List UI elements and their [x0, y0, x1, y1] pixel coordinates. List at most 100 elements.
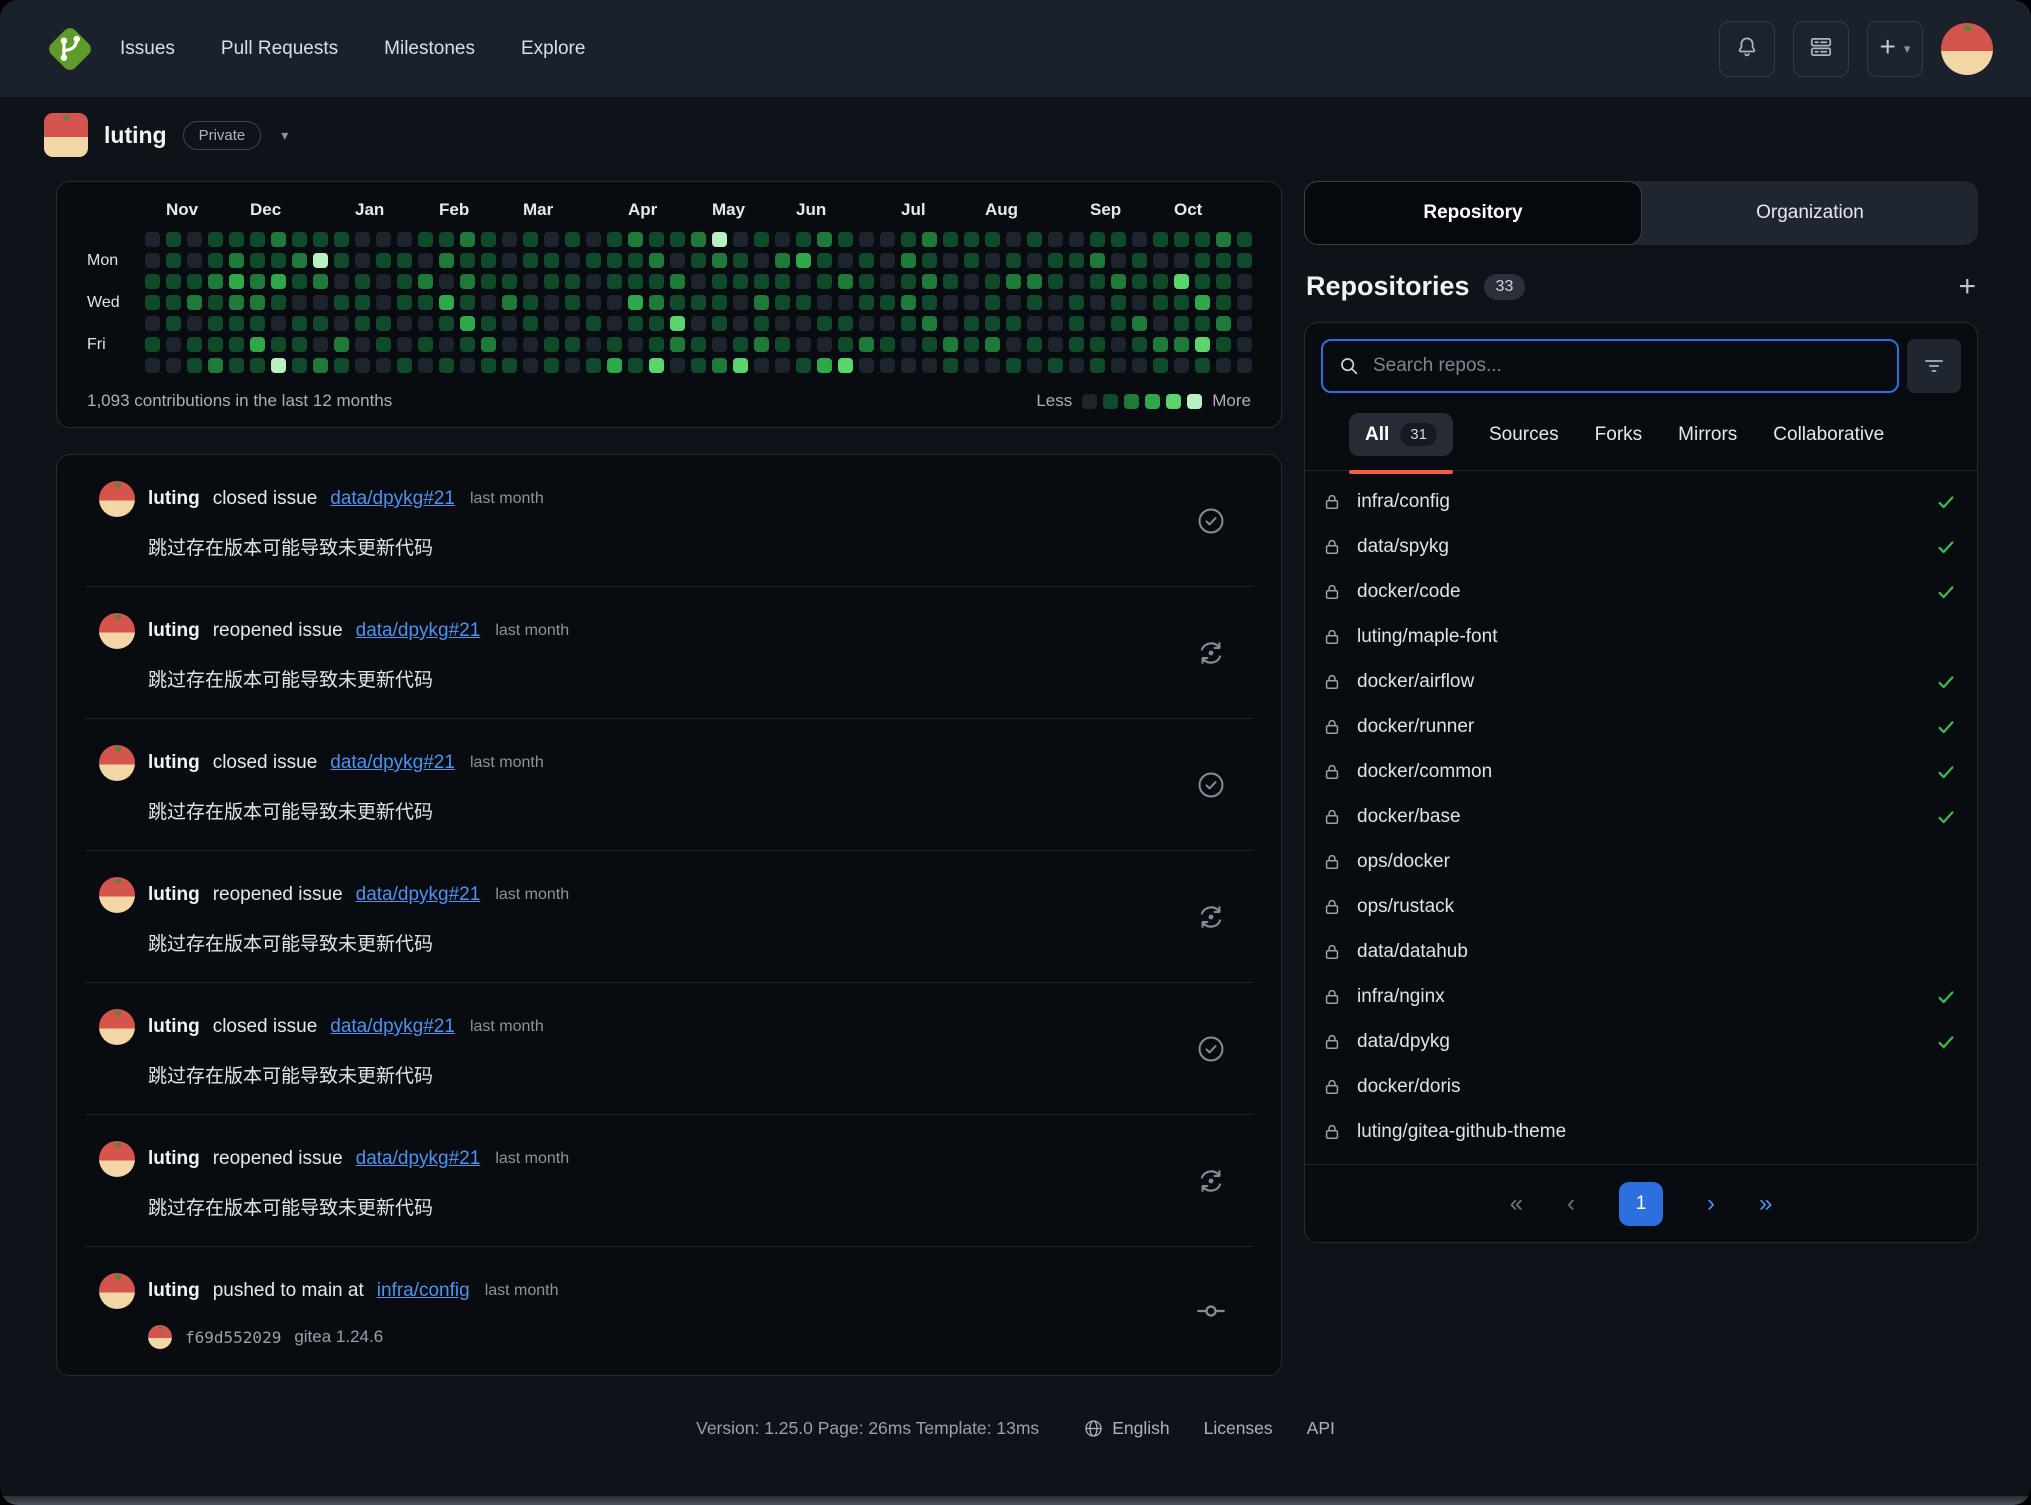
activity-issue-link[interactable]: data/dpykg#21: [330, 1016, 455, 1038]
heatmap-cell[interactable]: [943, 337, 958, 352]
heatmap-cell[interactable]: [523, 358, 538, 373]
heatmap-cell[interactable]: [418, 337, 433, 352]
heatmap-cell[interactable]: [334, 253, 349, 268]
heatmap-cell[interactable]: [901, 274, 916, 289]
heatmap-cell[interactable]: [376, 253, 391, 268]
heatmap-cell[interactable]: [922, 274, 937, 289]
heatmap-cell[interactable]: [166, 232, 181, 247]
heatmap-cell[interactable]: [943, 295, 958, 310]
heatmap-cell[interactable]: [1111, 274, 1126, 289]
heatmap-cell[interactable]: [1216, 295, 1231, 310]
repo-row[interactable]: luting/gitea-github-theme: [1305, 1109, 1977, 1154]
add-repository-button[interactable]: +: [1958, 272, 1976, 302]
heatmap-cell[interactable]: [376, 295, 391, 310]
heatmap-cell[interactable]: [985, 358, 1000, 373]
heatmap-cell[interactable]: [796, 337, 811, 352]
heatmap-cell[interactable]: [1048, 232, 1063, 247]
heatmap-cell[interactable]: [271, 337, 286, 352]
repo-row[interactable]: luting/maple-font: [1305, 614, 1977, 659]
repo-row[interactable]: infra/config: [1305, 479, 1977, 524]
heatmap-cell[interactable]: [1153, 316, 1168, 331]
heatmap-cell[interactable]: [313, 316, 328, 331]
heatmap-cell[interactable]: [292, 295, 307, 310]
heatmap-cell[interactable]: [1237, 274, 1252, 289]
heatmap-cell[interactable]: [628, 358, 643, 373]
heatmap-cell[interactable]: [502, 232, 517, 247]
heatmap-cell[interactable]: [985, 274, 1000, 289]
heatmap-cell[interactable]: [1090, 274, 1105, 289]
heatmap-cell[interactable]: [292, 274, 307, 289]
heatmap-cell[interactable]: [1195, 295, 1210, 310]
repo-row[interactable]: infra/nginx: [1305, 974, 1977, 1019]
heatmap-cell[interactable]: [1069, 274, 1084, 289]
heatmap-cell[interactable]: [481, 274, 496, 289]
heatmap-cell[interactable]: [733, 358, 748, 373]
heatmap-cell[interactable]: [481, 316, 496, 331]
heatmap-cell[interactable]: [1006, 358, 1021, 373]
heatmap-cell[interactable]: [901, 358, 916, 373]
heatmap-cell[interactable]: [670, 337, 685, 352]
heatmap-cell[interactable]: [313, 358, 328, 373]
heatmap-cell[interactable]: [943, 316, 958, 331]
heatmap-cell[interactable]: [649, 295, 664, 310]
heatmap-cell[interactable]: [1111, 295, 1126, 310]
heatmap-cell[interactable]: [313, 274, 328, 289]
heatmap-cell[interactable]: [208, 253, 223, 268]
heatmap-cell[interactable]: [313, 337, 328, 352]
heatmap-cell[interactable]: [1006, 232, 1021, 247]
heatmap-cell[interactable]: [523, 232, 538, 247]
activity-avatar[interactable]: [99, 1141, 135, 1177]
heatmap-cell[interactable]: [1069, 295, 1084, 310]
repo-filter-button[interactable]: [1907, 339, 1961, 393]
heatmap-cell[interactable]: [628, 316, 643, 331]
heatmap-cell[interactable]: [1090, 295, 1105, 310]
heatmap-cell[interactable]: [460, 316, 475, 331]
activity-username[interactable]: luting: [148, 1148, 200, 1170]
repo-row[interactable]: docker/runner: [1305, 704, 1977, 749]
heatmap-cell[interactable]: [607, 274, 622, 289]
heatmap-cell[interactable]: [586, 316, 601, 331]
profile-dropdown-caret-icon[interactable]: ▾: [281, 127, 288, 144]
heatmap-cell[interactable]: [691, 295, 706, 310]
api-link[interactable]: API: [1307, 1418, 1335, 1439]
heatmap-cell[interactable]: [1132, 358, 1147, 373]
heatmap-cell[interactable]: [670, 295, 685, 310]
activity-issue-link[interactable]: data/dpykg#21: [356, 884, 481, 906]
heatmap-cell[interactable]: [544, 253, 559, 268]
heatmap-cell[interactable]: [733, 253, 748, 268]
heatmap-cell[interactable]: [1237, 253, 1252, 268]
heatmap-cell[interactable]: [964, 358, 979, 373]
heatmap-cell[interactable]: [754, 232, 769, 247]
repo-filter-tab[interactable]: Collaborative: [1773, 424, 1884, 446]
heatmap-cell[interactable]: [880, 232, 895, 247]
heatmap-cell[interactable]: [166, 295, 181, 310]
heatmap-cell[interactable]: [1027, 232, 1042, 247]
heatmap-cell[interactable]: [985, 316, 1000, 331]
heatmap-cell[interactable]: [1132, 295, 1147, 310]
heatmap-cell[interactable]: [775, 295, 790, 310]
activity-avatar[interactable]: [99, 481, 135, 517]
heatmap-cell[interactable]: [775, 274, 790, 289]
heatmap-cell[interactable]: [229, 232, 244, 247]
heatmap-cell[interactable]: [397, 232, 412, 247]
heatmap-cell[interactable]: [439, 253, 454, 268]
heatmap-cell[interactable]: [166, 316, 181, 331]
heatmap-cell[interactable]: [796, 232, 811, 247]
heatmap-cell[interactable]: [460, 358, 475, 373]
heatmap-cell[interactable]: [292, 358, 307, 373]
heatmap-cell[interactable]: [880, 253, 895, 268]
heatmap-cell[interactable]: [187, 295, 202, 310]
heatmap-cell[interactable]: [1132, 274, 1147, 289]
heatmap-cell[interactable]: [187, 358, 202, 373]
heatmap-cell[interactable]: [166, 274, 181, 289]
heatmap-cell[interactable]: [1027, 295, 1042, 310]
heatmap-cell[interactable]: [859, 295, 874, 310]
heatmap-cell[interactable]: [775, 358, 790, 373]
heatmap-cell[interactable]: [481, 337, 496, 352]
heatmap-cell[interactable]: [271, 295, 286, 310]
heatmap-cell[interactable]: [670, 274, 685, 289]
heatmap-cell[interactable]: [1027, 253, 1042, 268]
heatmap-cell[interactable]: [1069, 232, 1084, 247]
heatmap-cell[interactable]: [355, 253, 370, 268]
heatmap-cell[interactable]: [1090, 253, 1105, 268]
